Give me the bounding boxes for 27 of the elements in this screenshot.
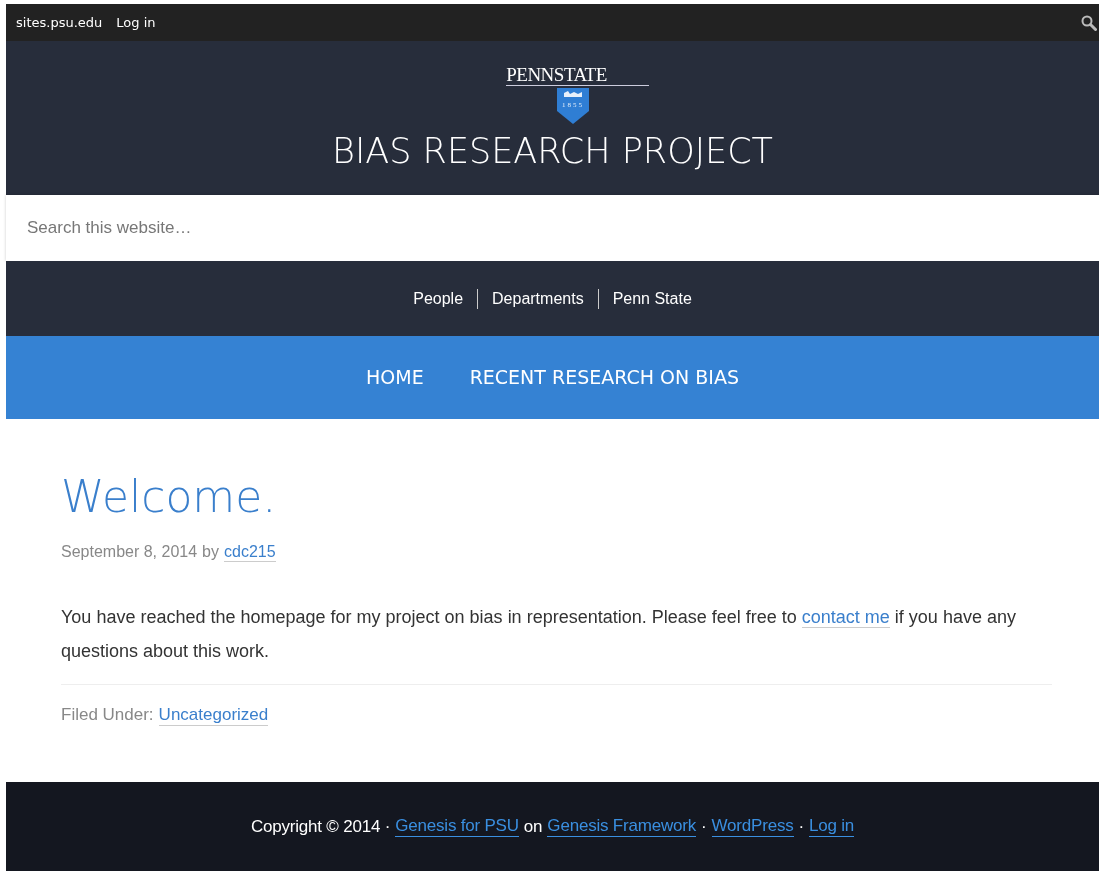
author-link[interactable]: cdc215	[224, 543, 276, 562]
post-paragraph: You have reached the homepage for my project on bias in representation. Please feel free to contact me if you have any questions about this work.	[61, 606, 1017, 663]
footer-link[interactable]: Genesis for PSU	[395, 816, 519, 837]
byline-text: by	[202, 543, 219, 561]
menu-item[interactable]: RECENT RESEARCH ON BIAS	[469, 361, 739, 394]
post-title: Welcome.	[61, 470, 278, 524]
filed-under-label: Filed Under:	[61, 705, 154, 725]
nav-link[interactable]: People	[399, 288, 478, 309]
footer-text: on	[523, 816, 543, 837]
nav-link[interactable]: Penn State	[597, 288, 706, 309]
admin-link[interactable]: Log in	[116, 15, 156, 30]
search-field[interactable]: Search this website…	[6, 195, 1099, 261]
footer-link[interactable]: WordPress	[711, 816, 794, 837]
logo-wordmark: PENNSTATE	[506, 65, 649, 86]
footer-text: ·	[701, 816, 707, 837]
footer-link[interactable]: Log in	[808, 816, 855, 837]
footer-text: Copyright © 2014 ·	[250, 816, 391, 837]
footer-link[interactable]: Genesis Framework	[547, 816, 697, 837]
post-date: September 8, 2014	[61, 543, 198, 561]
search-icon[interactable]	[1081, 14, 1097, 31]
site-title[interactable]: BIAS RESEARCH PROJECT	[332, 131, 773, 171]
contact-link[interactable]: contact me	[801, 607, 890, 628]
footer-text: ·	[798, 816, 804, 837]
category-link[interactable]: Uncategorized	[158, 705, 269, 726]
menu-item[interactable]: HOME	[366, 361, 424, 394]
nav-link[interactable]: Departments	[477, 288, 598, 309]
admin-link[interactable]: sites.psu.edu	[16, 15, 103, 30]
